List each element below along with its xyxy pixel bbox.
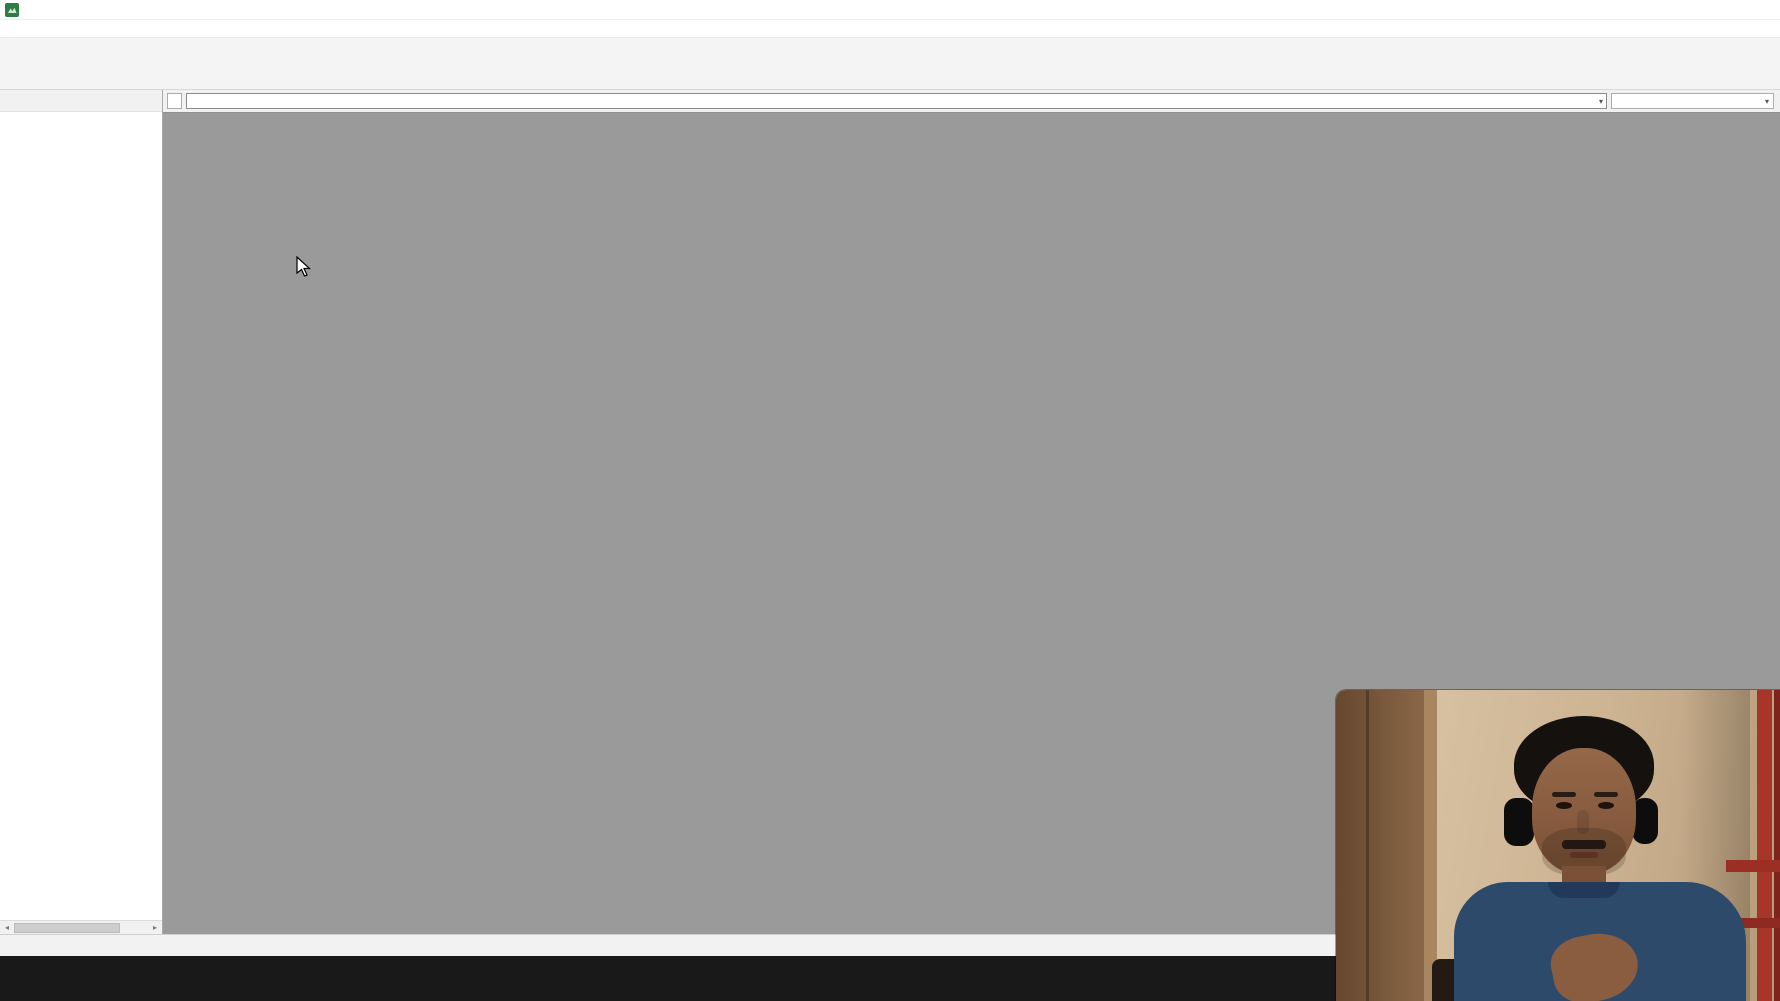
webcam-door-frame [1424,690,1437,1001]
person-collar [1548,882,1620,898]
person-brow-left [1552,792,1576,797]
path-combobox[interactable]: ▾ [186,93,1607,109]
favorites-star-button[interactable] [167,93,182,109]
menu-bar [0,20,1780,38]
address-bar: ▾ ▾ [163,90,1780,112]
explorer-panel: ◂ ▸ [0,90,163,934]
webcam-pole-dark [1774,690,1780,1001]
scroll-right-icon[interactable]: ▸ [148,921,162,934]
person-mustache [1562,840,1606,849]
mouse-cursor-icon [296,256,312,278]
tree-horizontal-scrollbar[interactable]: ◂ ▸ [0,920,162,934]
sort-combobox[interactable]: ▾ [1611,93,1774,109]
scrollbar-thumb[interactable] [14,923,120,933]
webcam-door-line [1366,690,1369,1001]
webcam-overlay [1336,690,1780,1001]
folder-tree [0,113,162,920]
person-eye-left [1556,802,1572,809]
headphone-left-cup [1504,798,1534,846]
scroll-left-icon[interactable]: ◂ [0,921,14,934]
chevron-down-icon[interactable]: ▾ [1595,97,1603,106]
webcam-red-pole [1757,690,1772,1001]
person-brow-right [1594,792,1618,797]
title-bar [0,0,1780,20]
webcam-door [1336,690,1424,1001]
buzzxplore-app-icon [5,3,19,17]
explorer-header [0,90,162,112]
person-mouth [1570,852,1598,858]
webcam-red-bar-2 [1740,918,1780,928]
chevron-down-icon[interactable]: ▾ [1761,97,1769,106]
person-eye-right [1598,802,1614,809]
toolbar [0,38,1780,90]
screen: ◂ ▸ ▾ ▾ [0,0,1780,1001]
webcam-red-bar [1726,860,1780,872]
